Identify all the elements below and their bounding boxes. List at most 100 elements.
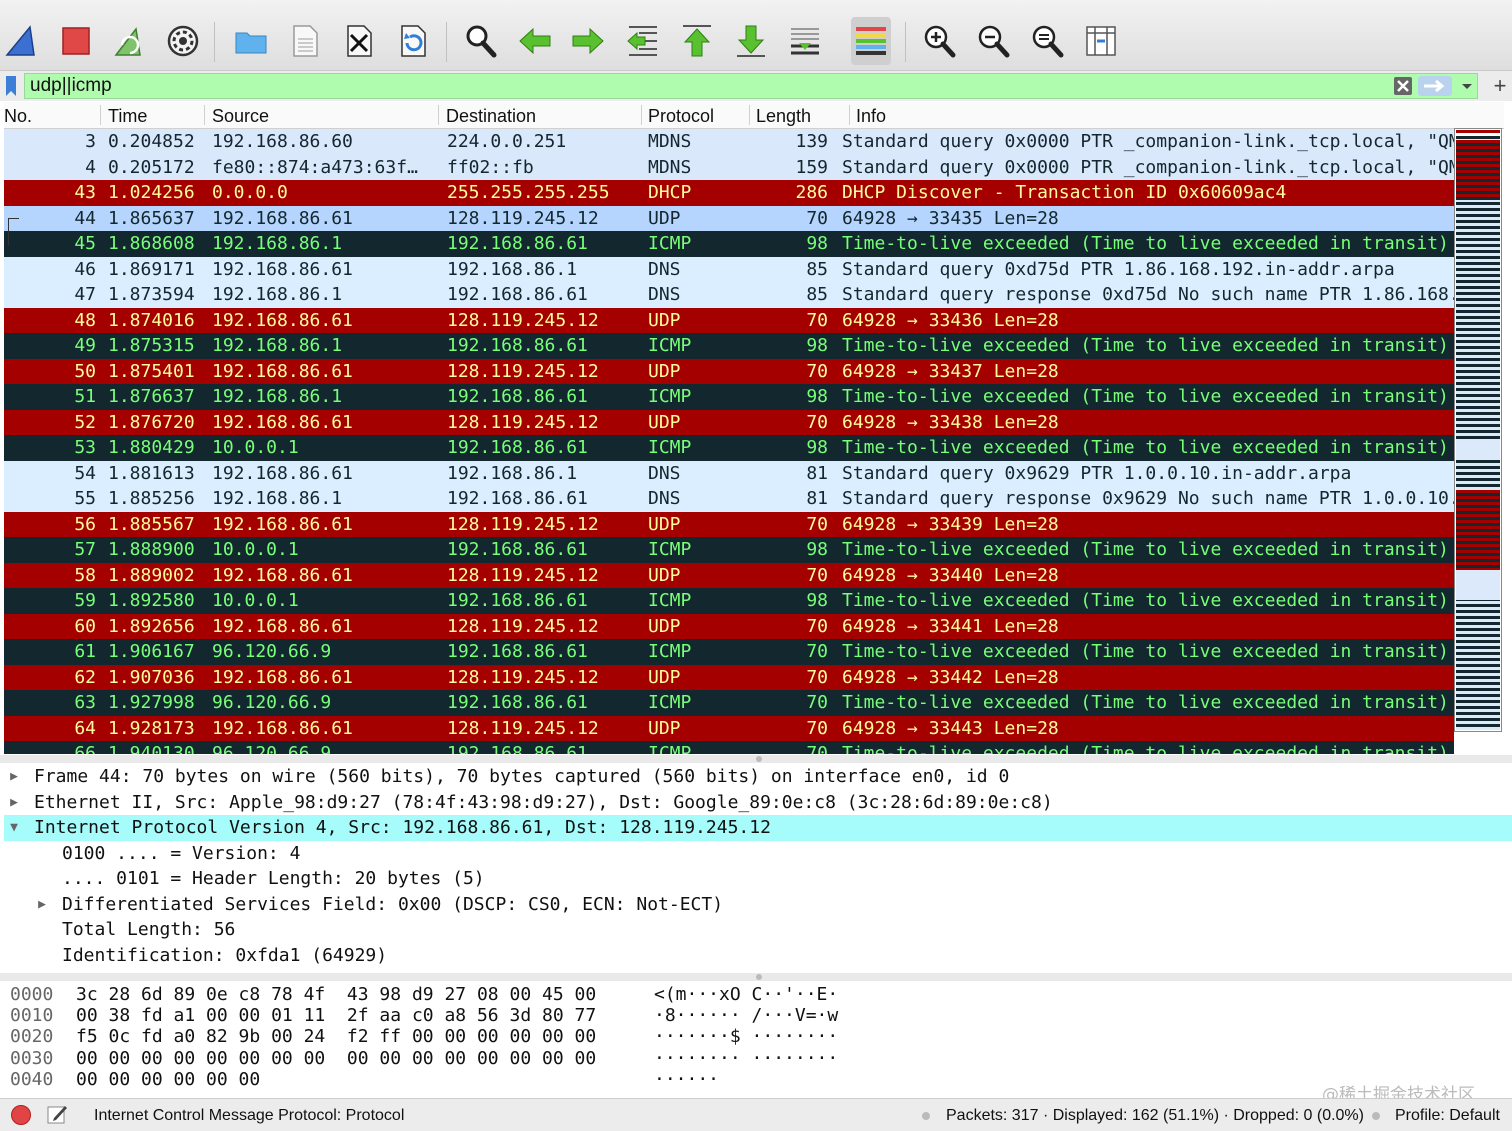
col-info: 64928 → 33442 Len=28: [842, 666, 1059, 688]
detail-tree-item[interactable]: ▶ Frame 44: 70 bytes on wire (560 bits), …: [4, 764, 1512, 790]
col-protocol: UDP: [648, 309, 681, 331]
open-file-button[interactable]: [231, 17, 271, 65]
detail-tree-item[interactable]: ▶ Differentiated Services Field: 0x00 (DS…: [4, 892, 1512, 918]
pane-splitter[interactable]: [0, 755, 1512, 763]
column-divider[interactable]: [100, 105, 101, 125]
packet-row[interactable]: 48 1.874016 192.168.86.61 128.119.245.12 UDP…: [4, 307, 1454, 333]
packet-row[interactable]: 61 1.906167 96.120.66.9 192.168.86.61 ICMP 70…: [4, 639, 1454, 665]
packet-row[interactable]: 63 1.927998 96.120.66.9 192.168.86.61 ICMP 70…: [4, 690, 1454, 716]
go-last-packet-button[interactable]: [731, 17, 771, 65]
apply-filter-button[interactable]: [1418, 76, 1452, 96]
detail-tree-item[interactable]: .... 0101 = Header Length: 20 bytes (5): [4, 866, 1512, 892]
auto-scroll-button[interactable]: [785, 17, 825, 65]
col-no: 62: [74, 666, 96, 688]
column-divider[interactable]: [641, 105, 642, 125]
display-filter-input[interactable]: udp||icmp: [24, 73, 1478, 99]
packet-row[interactable]: 53 1.880429 10.0.0.1 192.168.86.61 ICMP 98 Tim…: [4, 435, 1454, 461]
col-time: 1.868608: [108, 233, 195, 254]
column-divider[interactable]: [849, 105, 850, 125]
go-forward-button[interactable]: [568, 17, 608, 65]
bytes-row[interactable]: 0020 f5 0c fd a0 82 9b 00 24 f2 ff 00 00 …: [4, 1026, 1004, 1047]
column-header-time[interactable]: Time: [108, 105, 147, 127]
bytes-row[interactable]: 0000 3c 28 6d 89 0e c8 78 4f 43 98 d9 27 …: [4, 984, 1004, 1005]
chevron-down-icon[interactable]: [1458, 76, 1476, 96]
start-capture-button[interactable]: [2, 17, 42, 65]
collapsed-triangle-icon[interactable]: ▶: [6, 764, 22, 789]
colorize-button[interactable]: [851, 17, 891, 65]
zoom-in-button[interactable]: [919, 17, 959, 65]
status-profile[interactable]: Profile: Default: [1395, 1107, 1500, 1125]
packet-row[interactable]: 49 1.875315 192.168.86.1 192.168.86.61 ICMP 9…: [4, 333, 1454, 359]
capture-options-button[interactable]: [163, 17, 203, 65]
packet-row[interactable]: 51 1.876637 192.168.86.1 192.168.86.61 ICMP 9…: [4, 384, 1454, 410]
packet-row[interactable]: 45 1.868608 192.168.86.1 192.168.86.61 ICMP 9…: [4, 231, 1454, 257]
packet-row[interactable]: 60 1.892656 192.168.86.61 128.119.245.12 UDP…: [4, 613, 1454, 639]
resize-columns-button[interactable]: [1081, 17, 1121, 65]
column-header-protocol[interactable]: Protocol: [648, 105, 714, 127]
packet-row[interactable]: 55 1.885256 192.168.86.1 192.168.86.61 DNS 81…: [4, 486, 1454, 512]
reload-file-button[interactable]: [393, 17, 433, 65]
restart-capture-button[interactable]: [110, 17, 150, 65]
expert-info-red-icon[interactable]: [11, 1105, 31, 1125]
packet-row[interactable]: 57 1.888900 10.0.0.1 192.168.86.61 ICMP 98 Tim…: [4, 537, 1454, 563]
col-no: 53: [74, 437, 96, 458]
packet-row[interactable]: 43 1.024256 0.0.0.0 255.255.255.255 DHCP 286 D…: [4, 180, 1454, 206]
bytes-row[interactable]: 0040 00 00 00 00 00 00 ······: [4, 1069, 1004, 1090]
col-length: 139: [795, 131, 828, 152]
column-header-info[interactable]: Info: [856, 105, 886, 127]
go-first-packet-button[interactable]: [677, 17, 717, 65]
packet-row[interactable]: 50 1.875401 192.168.86.61 128.119.245.12 UDP…: [4, 358, 1454, 384]
go-back-button[interactable]: [515, 17, 555, 65]
close-file-button[interactable]: [339, 17, 379, 65]
bytes-row[interactable]: 0010 00 38 fd a1 00 00 01 11 2f aa c0 a8 …: [4, 1005, 1004, 1026]
column-divider[interactable]: [438, 105, 439, 125]
detail-tree-item[interactable]: Identification: 0xfda1 (64929): [4, 943, 1512, 969]
packet-row[interactable]: 58 1.889002 192.168.86.61 128.119.245.12 UDP…: [4, 562, 1454, 588]
splitter-handle[interactable]: [756, 756, 762, 762]
packet-row[interactable]: 44 1.865637 192.168.86.61 128.119.245.12 UDP…: [4, 205, 1454, 231]
col-protocol: UDP: [648, 666, 681, 688]
collapsed-triangle-icon[interactable]: ▶: [34, 892, 50, 917]
packet-row[interactable]: 64 1.928173 192.168.86.61 128.119.245.12 UDP…: [4, 715, 1454, 741]
packet-row[interactable]: 46 1.869171 192.168.86.61 192.168.86.1 DNS 85…: [4, 256, 1454, 282]
detail-tree-item[interactable]: Total Length: 56: [4, 917, 1512, 943]
column-divider[interactable]: [204, 105, 205, 125]
col-source: 192.168.86.61: [212, 309, 353, 331]
packet-row[interactable]: 3 0.204852 192.168.86.60 224.0.0.251 MDNS 139…: [4, 129, 1454, 155]
column-divider[interactable]: [749, 105, 750, 125]
packet-row[interactable]: 59 1.892580 10.0.0.1 192.168.86.61 ICMP 98 Tim…: [4, 588, 1454, 614]
detail-tree-item[interactable]: 0100 .... = Version: 4: [4, 841, 1512, 867]
column-header-no[interactable]: No.: [4, 105, 32, 127]
packet-row[interactable]: 56 1.885567 192.168.86.61 128.119.245.12 UDP…: [4, 511, 1454, 537]
packet-row[interactable]: 4 0.205172 fe80::874:a473:63f… ff02::fb MDNS…: [4, 154, 1454, 180]
zoom-normal-button[interactable]: [1027, 17, 1067, 65]
expanded-triangle-icon[interactable]: ▼: [6, 815, 22, 840]
detail-tree-item[interactable]: ▼ Internet Protocol Version 4, Src: 192.1…: [4, 815, 1512, 841]
column-header-length[interactable]: Length: [756, 105, 811, 127]
column-header-source[interactable]: Source: [212, 105, 269, 127]
add-filter-button[interactable]: +: [1490, 74, 1510, 98]
bytes-row[interactable]: 0030 00 00 00 00 00 00 00 00 00 00 00 00 …: [4, 1048, 1004, 1069]
bookmark-icon[interactable]: [5, 75, 17, 97]
stop-capture-button[interactable]: [56, 17, 96, 65]
splitter-handle[interactable]: [756, 974, 762, 980]
clear-filter-icon[interactable]: [1393, 76, 1413, 96]
detail-tree-item[interactable]: ▶ Ethernet II, Src: Apple_98:d9:27 (78:4f…: [4, 790, 1512, 816]
pane-splitter[interactable]: [0, 973, 1512, 981]
collapsed-triangle-icon[interactable]: ▶: [6, 790, 22, 815]
column-header-destination[interactable]: Destination: [446, 105, 536, 127]
col-destination: 192.168.86.61: [447, 488, 588, 509]
packet-row[interactable]: 52 1.876720 192.168.86.61 128.119.245.12 UDP…: [4, 409, 1454, 435]
zoom-out-button[interactable]: [973, 17, 1013, 65]
packet-row[interactable]: 62 1.907036 192.168.86.61 128.119.245.12 UDP…: [4, 664, 1454, 690]
col-no: 58: [74, 564, 96, 586]
packet-row[interactable]: 66 1.940130 96.120.66.9 192.168.86.61 ICMP 70…: [4, 741, 1454, 754]
go-to-packet-button[interactable]: [623, 17, 663, 65]
save-file-button[interactable]: [285, 17, 325, 65]
packet-row[interactable]: 54 1.881613 192.168.86.61 192.168.86.1 DNS 81…: [4, 460, 1454, 486]
find-packet-button[interactable]: [461, 17, 501, 65]
capture-comment-icon[interactable]: [46, 1103, 68, 1125]
col-source: 192.168.86.61: [212, 513, 353, 535]
minimap-viewport[interactable]: [1454, 128, 1502, 732]
packet-row[interactable]: 47 1.873594 192.168.86.1 192.168.86.61 DNS 85…: [4, 282, 1454, 308]
